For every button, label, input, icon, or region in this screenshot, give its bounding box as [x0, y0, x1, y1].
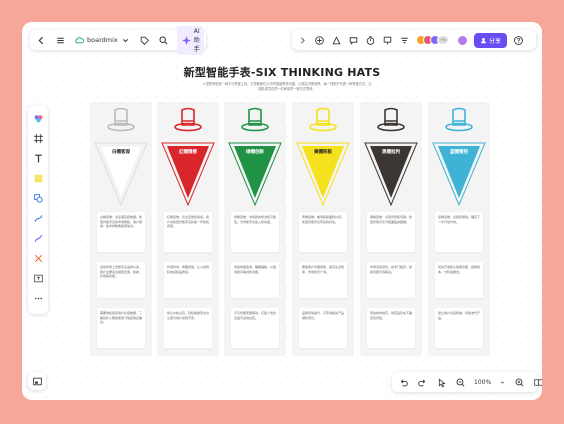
sticky-note-icon[interactable]	[32, 172, 44, 184]
note-card[interactable]: 红帽思维：表达直觉和情感。用户对新型智能手表的第一印象和感受。	[164, 212, 212, 252]
search-icon[interactable]	[158, 35, 169, 46]
note-card[interactable]: 需要收集更多用户反馈数据，了解目标人群的使用习惯和购买偏好。	[97, 308, 145, 348]
note-card[interactable]: 外观时尚，佩戴舒适，让人感到科技感和品质感。	[164, 262, 212, 298]
hat-label: 绿帽创新	[246, 150, 264, 155]
presentation-icon[interactable]	[382, 35, 393, 46]
chevron-down-icon[interactable]	[499, 377, 506, 388]
note-card[interactable]: 建立用户反馈机制，持续迭代产品。	[435, 308, 483, 348]
note-card[interactable]: 研发成本较高，供应链存在不确定性风险。	[367, 308, 415, 348]
shape-icon[interactable]	[32, 192, 44, 204]
chevron-down-icon	[120, 35, 131, 46]
note-card[interactable]: 优先开发核心健康功能，控制成本，分阶段推出。	[435, 262, 483, 298]
avatar-more: +5	[437, 35, 449, 45]
note-card[interactable]: 绿帽思维：寻找新的想法和可能性。为智能手表加入新功能。	[231, 212, 279, 252]
pointer-icon[interactable]	[436, 377, 447, 388]
hat-column[interactable]: 绿帽创新 绿帽思维：寻找新的想法和可能性。为智能手表加入新功能。 增加情绪监测、…	[224, 102, 286, 356]
chevron-right-icon[interactable]	[297, 35, 308, 46]
upload-icon[interactable]	[32, 272, 44, 284]
hat-icon	[241, 107, 269, 132]
timer-icon[interactable]	[365, 35, 376, 46]
share-button[interactable]: 分享	[474, 32, 508, 48]
app-window: boardmix AI助手 +5 分享 100% 新型智能手表-SIX THIN…	[22, 22, 542, 400]
hat-column[interactable]: 红帽情感 红帽思维：表达直觉和情感。用户对新型智能手表的第一印象和感受。 外观时…	[157, 102, 219, 356]
left-toolbar	[28, 106, 48, 314]
more-icon[interactable]	[32, 292, 44, 304]
minimap-toggle[interactable]	[28, 372, 46, 390]
cloud-icon	[74, 35, 85, 46]
mindmap-icon[interactable]	[32, 252, 44, 264]
note-card[interactable]: 目前市场上智能手表品牌众多，用户主要关注健康监测、续航、外观等功能。	[97, 262, 145, 298]
note-card[interactable]: 市场竞争激烈，技术门槛高，续航问题仍待解决。	[367, 262, 415, 298]
note-card[interactable]: 担心价格过高，隐私数据安全也让部分用户感到不安。	[164, 308, 212, 348]
hat-label: 黑帽批判	[382, 150, 400, 155]
note-card[interactable]: 可与智能家居联动，打造个性化表盘与运动社区。	[231, 308, 279, 348]
hat-column[interactable]: 黄帽积极 黄帽思维：看到积极面和价值。新型智能手表带来的好处。 帮助用户管理健康…	[292, 102, 354, 356]
hat-label: 白帽客观	[112, 150, 130, 155]
user-avatar[interactable]	[457, 34, 468, 46]
hat-icon	[174, 107, 202, 132]
tag-icon[interactable]	[139, 35, 150, 46]
hat-header: 黑帽批判	[360, 102, 422, 208]
zoom-in-icon[interactable]	[514, 377, 525, 388]
board-subtitle: 六顶思考帽是一种平行思维工具，它帮助我们从不同角度思考问题，以提高决策效率。每一…	[202, 82, 372, 91]
hat-icon	[107, 107, 135, 132]
hat-header: 黄帽积极	[292, 102, 354, 208]
pen-icon[interactable]	[32, 232, 44, 244]
hat-column[interactable]: 白帽客观 白帽思维：关注事实和数据。新型智能手表的市场规模、用户需求、技术参数等…	[90, 102, 152, 356]
note-card[interactable]: 白帽思维：关注事实和数据。新型智能手表的市场规模、用户需求、技术参数等客观信息。	[97, 212, 145, 252]
connector-icon[interactable]	[32, 212, 44, 224]
hat-icon	[377, 107, 405, 132]
frame-icon[interactable]	[32, 132, 44, 144]
zoom-out-icon[interactable]	[455, 377, 466, 388]
book-icon[interactable]	[533, 377, 542, 388]
brand[interactable]: boardmix	[74, 35, 131, 46]
hat-header: 蓝帽管控	[428, 102, 490, 208]
hat-label: 黄帽积极	[314, 150, 332, 155]
undo-icon[interactable]	[398, 377, 409, 388]
note-card[interactable]: 增加情绪监测、睡眠辅助、AI语音助手等创新功能。	[231, 262, 279, 298]
note-card[interactable]: 帮助用户管理健康，提高生活效率，市场前景广阔。	[299, 262, 347, 298]
menu-icon[interactable]	[55, 35, 66, 46]
zoom-level[interactable]: 100%	[474, 379, 491, 386]
templates-icon[interactable]	[32, 112, 44, 124]
hat-label: 蓝帽管控	[450, 150, 468, 155]
comment-icon[interactable]	[348, 35, 359, 46]
cursor-party-icon[interactable]	[331, 35, 342, 46]
top-right-toolbar: +5 分享	[292, 30, 536, 50]
text-icon[interactable]	[32, 152, 44, 164]
ai-assistant-button[interactable]: AI助手	[176, 25, 204, 55]
hat-header: 白帽客观	[90, 102, 152, 208]
redo-icon[interactable]	[417, 377, 428, 388]
board-title: 新型智能手表-SIX THINKING HATS	[183, 66, 381, 79]
minimap-icon	[32, 376, 43, 387]
note-card[interactable]: 品牌形象提升，可带动相关产品销售增长。	[299, 308, 347, 348]
help-icon[interactable]	[513, 35, 524, 46]
hat-header: 绿帽创新	[224, 102, 286, 208]
hat-icon	[445, 107, 473, 132]
brand-name: boardmix	[87, 36, 118, 44]
zoom-controls: 100%	[392, 372, 542, 392]
note-card[interactable]: 黄帽思维：看到积极面和价值。新型智能手表带来的好处。	[299, 212, 347, 252]
filter-icon[interactable]	[399, 35, 410, 46]
hat-column[interactable]: 蓝帽管控 蓝帽思维：总结和规划。确定下一步行动方向。 优先开发核心健康功能，控制…	[428, 102, 490, 356]
hat-icon	[309, 107, 337, 132]
ai-icon	[181, 35, 192, 46]
collaborator-avatars[interactable]: +5	[416, 35, 449, 45]
note-card[interactable]: 黑帽思维：识别风险和问题。新型智能手表可能面临的困难。	[367, 212, 415, 252]
hat-header: 红帽情感	[157, 102, 219, 208]
chevron-left-icon[interactable]	[36, 35, 47, 46]
plus-circle-icon[interactable]	[314, 35, 325, 46]
hat-column[interactable]: 黑帽批判 黑帽思维：识别风险和问题。新型智能手表可能面临的困难。 市场竞争激烈，…	[360, 102, 422, 356]
top-left-toolbar: boardmix AI助手	[30, 25, 206, 55]
ai-assistant-label: AI助手	[193, 27, 200, 53]
share-label: 分享	[489, 37, 502, 45]
note-card[interactable]: 蓝帽思维：总结和规划。确定下一步行动方向。	[435, 212, 483, 252]
user-add-icon	[480, 37, 487, 44]
hat-label: 红帽情感	[179, 150, 197, 155]
